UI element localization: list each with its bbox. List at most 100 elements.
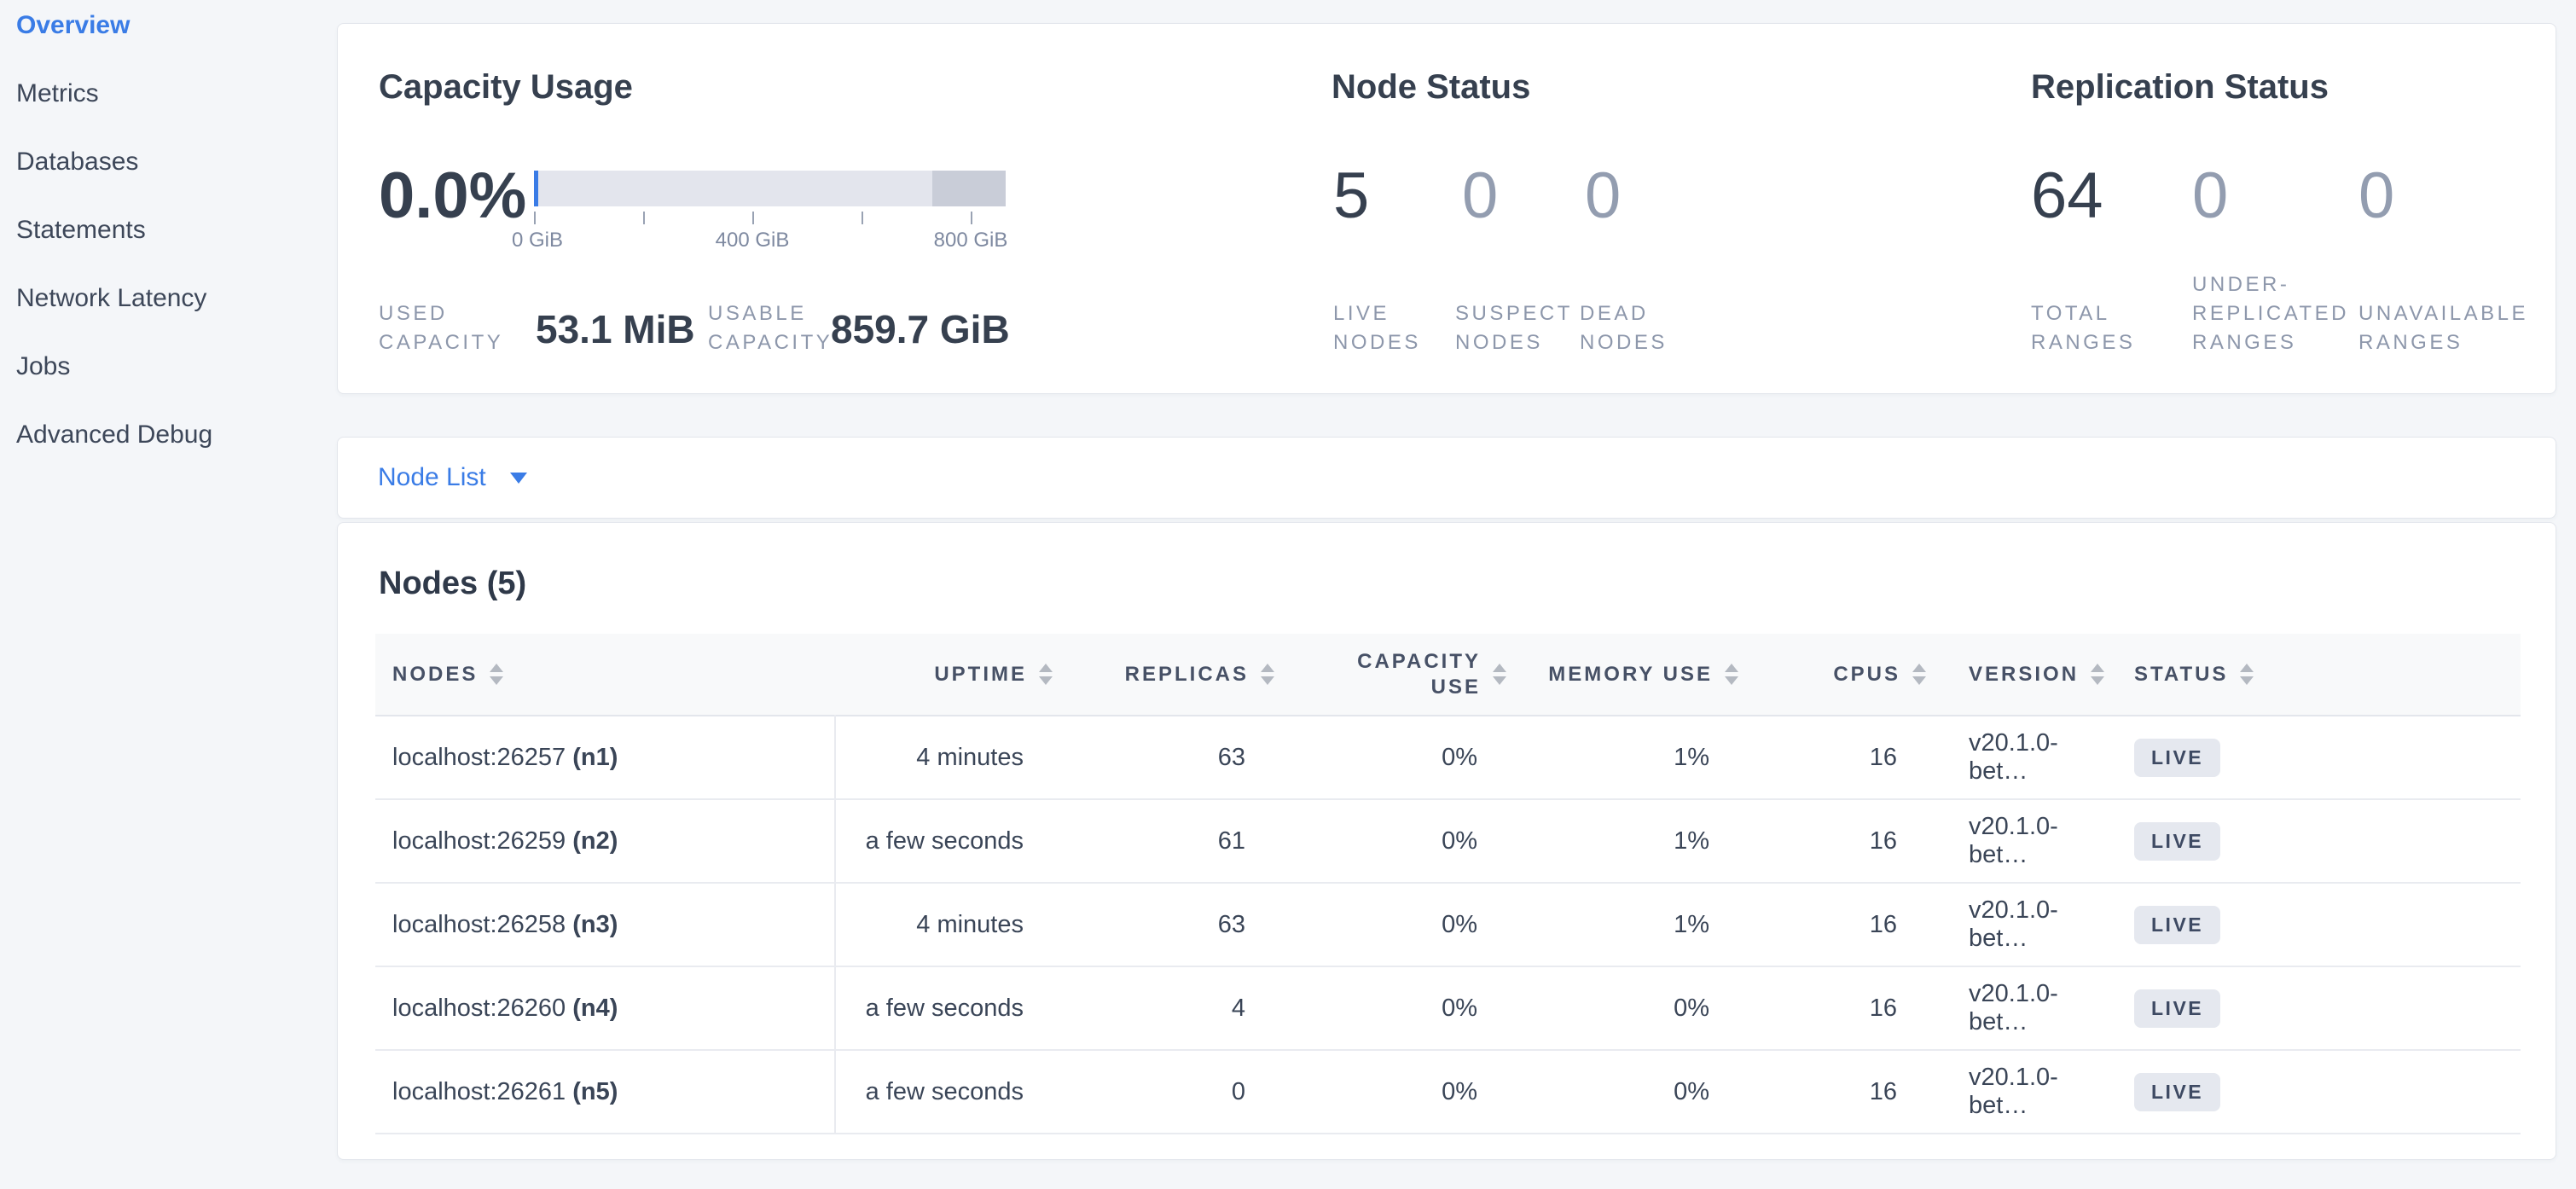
sidebar-item-databases[interactable]: Databases	[0, 128, 337, 196]
table-row-node-4[interactable]: localhost:26260 (n4) a few seconds 4 0% …	[375, 966, 2521, 1050]
table-row-node-2[interactable]: localhost:26259 (n2) a few seconds 61 0%…	[375, 799, 2521, 883]
column-header-uptime[interactable]: UPTIME	[835, 634, 1070, 716]
node-list-dropdown-label: Node List	[378, 463, 486, 492]
dead-nodes-count: 0	[1585, 164, 1621, 229]
node-version: v20.1.0-bet…	[1943, 799, 2117, 883]
table-row-node-5[interactable]: localhost:26261 (n5) a few seconds 0 0% …	[375, 1050, 2521, 1134]
sidebar-item-network-latency[interactable]: Network Latency	[0, 264, 337, 333]
live-nodes-label: LIVE NODES	[1333, 299, 1461, 357]
sidebar-item-metrics[interactable]: Metrics	[0, 60, 337, 128]
node-memory: 1%	[1523, 883, 1755, 966]
sort-icon[interactable]	[1493, 664, 1506, 685]
node-status-cell: LIVE	[2117, 883, 2521, 966]
node-memory: 0%	[1523, 1050, 1755, 1134]
used-capacity-value: 53.1 MiB	[536, 306, 695, 352]
axis-tick	[971, 212, 972, 224]
capacity-used-percent: 0.0%	[379, 164, 526, 229]
axis-tick-label: 400 GiB	[716, 229, 790, 252]
table-header-row: NODES UPTIME REPLICAS CAPACITY USE MEMOR…	[375, 634, 2521, 716]
node-capacity: 0%	[1291, 1050, 1523, 1134]
node-replicas: 63	[1070, 716, 1291, 799]
column-label: CPUS	[1833, 662, 1900, 687]
axis-tick	[752, 212, 754, 224]
capacity-bar-used-segment	[534, 171, 538, 206]
node-status-cell: LIVE	[2117, 966, 2521, 1050]
sidebar-item-advanced-debug[interactable]: Advanced Debug	[0, 401, 337, 469]
node-list-dropdown[interactable]: Node List	[338, 438, 2556, 518]
node-memory: 0%	[1523, 966, 1755, 1050]
node-address: localhost:26257 (n1)	[375, 716, 835, 799]
sidebar-item-statements[interactable]: Statements	[0, 196, 337, 264]
node-uptime: a few seconds	[835, 966, 1070, 1050]
sort-icon[interactable]	[1725, 664, 1738, 685]
sort-icon[interactable]	[2240, 664, 2254, 685]
node-cpus: 16	[1755, 883, 1943, 966]
column-header-status[interactable]: STATUS	[2117, 634, 2521, 716]
node-memory: 1%	[1523, 799, 1755, 883]
column-label: STATUS	[2134, 662, 2228, 687]
table-row-node-1[interactable]: localhost:26257 (n1) 4 minutes 63 0% 1% …	[375, 716, 2521, 799]
node-address: localhost:26260 (n4)	[375, 966, 835, 1050]
node-version: v20.1.0-bet…	[1943, 966, 2117, 1050]
usable-capacity-value: 859.7 GiB	[831, 306, 1010, 352]
column-header-nodes[interactable]: NODES	[375, 634, 835, 716]
node-address: localhost:26259 (n2)	[375, 799, 835, 883]
axis-tick	[643, 212, 645, 224]
suspect-nodes-count: 0	[1462, 164, 1498, 229]
sort-icon[interactable]	[1912, 664, 1926, 685]
total-ranges-count: 64	[2031, 164, 2103, 229]
node-version: v20.1.0-bet…	[1943, 1050, 2117, 1134]
sidebar-item-jobs[interactable]: Jobs	[0, 333, 337, 401]
axis-tick-label: 800 GiB	[934, 229, 1008, 252]
node-cpus: 16	[1755, 799, 1943, 883]
axis-tick-label: 0 GiB	[512, 229, 563, 252]
nodes-table-card: Nodes (5) NODES UPTIME REPLICAS	[337, 522, 2556, 1160]
sort-icon[interactable]	[2091, 664, 2104, 685]
total-ranges-label: TOTAL RANGES	[2031, 299, 2172, 357]
node-cpus: 16	[1755, 716, 1943, 799]
column-header-capacity-use[interactable]: CAPACITY USE	[1291, 634, 1523, 716]
column-header-replicas[interactable]: REPLICAS	[1070, 634, 1291, 716]
sort-icon[interactable]	[1039, 664, 1053, 685]
axis-tick	[534, 212, 536, 224]
cluster-summary-card: Capacity Usage 0.0% 0 GiB 400 GiB 800 Gi…	[337, 23, 2556, 394]
node-capacity: 0%	[1291, 799, 1523, 883]
column-header-version[interactable]: VERSION	[1943, 634, 2117, 716]
nodes-table: NODES UPTIME REPLICAS CAPACITY USE MEMOR…	[375, 634, 2521, 1134]
under-replicated-ranges-label: UNDER-REPLICATED RANGES	[2192, 270, 2376, 357]
status-badge: LIVE	[2134, 739, 2220, 777]
table-row-node-3[interactable]: localhost:26258 (n3) 4 minutes 63 0% 1% …	[375, 883, 2521, 966]
node-version: v20.1.0-bet…	[1943, 883, 2117, 966]
node-status-cell: LIVE	[2117, 799, 2521, 883]
sidebar: Overview Metrics Databases Statements Ne…	[0, 0, 337, 469]
node-status-title: Node Status	[1332, 68, 1530, 107]
column-header-memory-use[interactable]: MEMORY USE	[1523, 634, 1755, 716]
node-memory: 1%	[1523, 716, 1755, 799]
live-nodes-count: 5	[1333, 164, 1369, 229]
suspect-nodes-label: SUSPECT NODES	[1455, 299, 1592, 357]
usable-capacity-label: USABLE CAPACITY	[708, 299, 849, 357]
status-badge: LIVE	[2134, 989, 2220, 1028]
node-uptime: 4 minutes	[835, 883, 1070, 966]
used-capacity-label: USED CAPACITY	[379, 299, 519, 357]
column-label: REPLICAS	[1125, 662, 1249, 687]
column-header-cpus[interactable]: CPUS	[1755, 634, 1943, 716]
node-address: localhost:26258 (n3)	[375, 883, 835, 966]
node-uptime: a few seconds	[835, 799, 1070, 883]
column-label: CAPACITY USE	[1355, 649, 1481, 700]
node-address: localhost:26261 (n5)	[375, 1050, 835, 1134]
sort-icon[interactable]	[1261, 664, 1274, 685]
node-replicas: 61	[1070, 799, 1291, 883]
chevron-down-icon	[510, 473, 527, 484]
status-badge: LIVE	[2134, 1073, 2220, 1111]
node-status-cell: LIVE	[2117, 716, 2521, 799]
sidebar-item-overview[interactable]: Overview	[0, 0, 337, 60]
node-cpus: 16	[1755, 1050, 1943, 1134]
replication-status-title: Replication Status	[2031, 68, 2329, 107]
node-cpus: 16	[1755, 966, 1943, 1050]
node-replicas: 0	[1070, 1050, 1291, 1134]
node-list-selector-card: Node List	[337, 437, 2556, 519]
capacity-bar	[534, 171, 1006, 206]
sort-icon[interactable]	[490, 664, 503, 685]
column-label: UPTIME	[934, 662, 1027, 687]
